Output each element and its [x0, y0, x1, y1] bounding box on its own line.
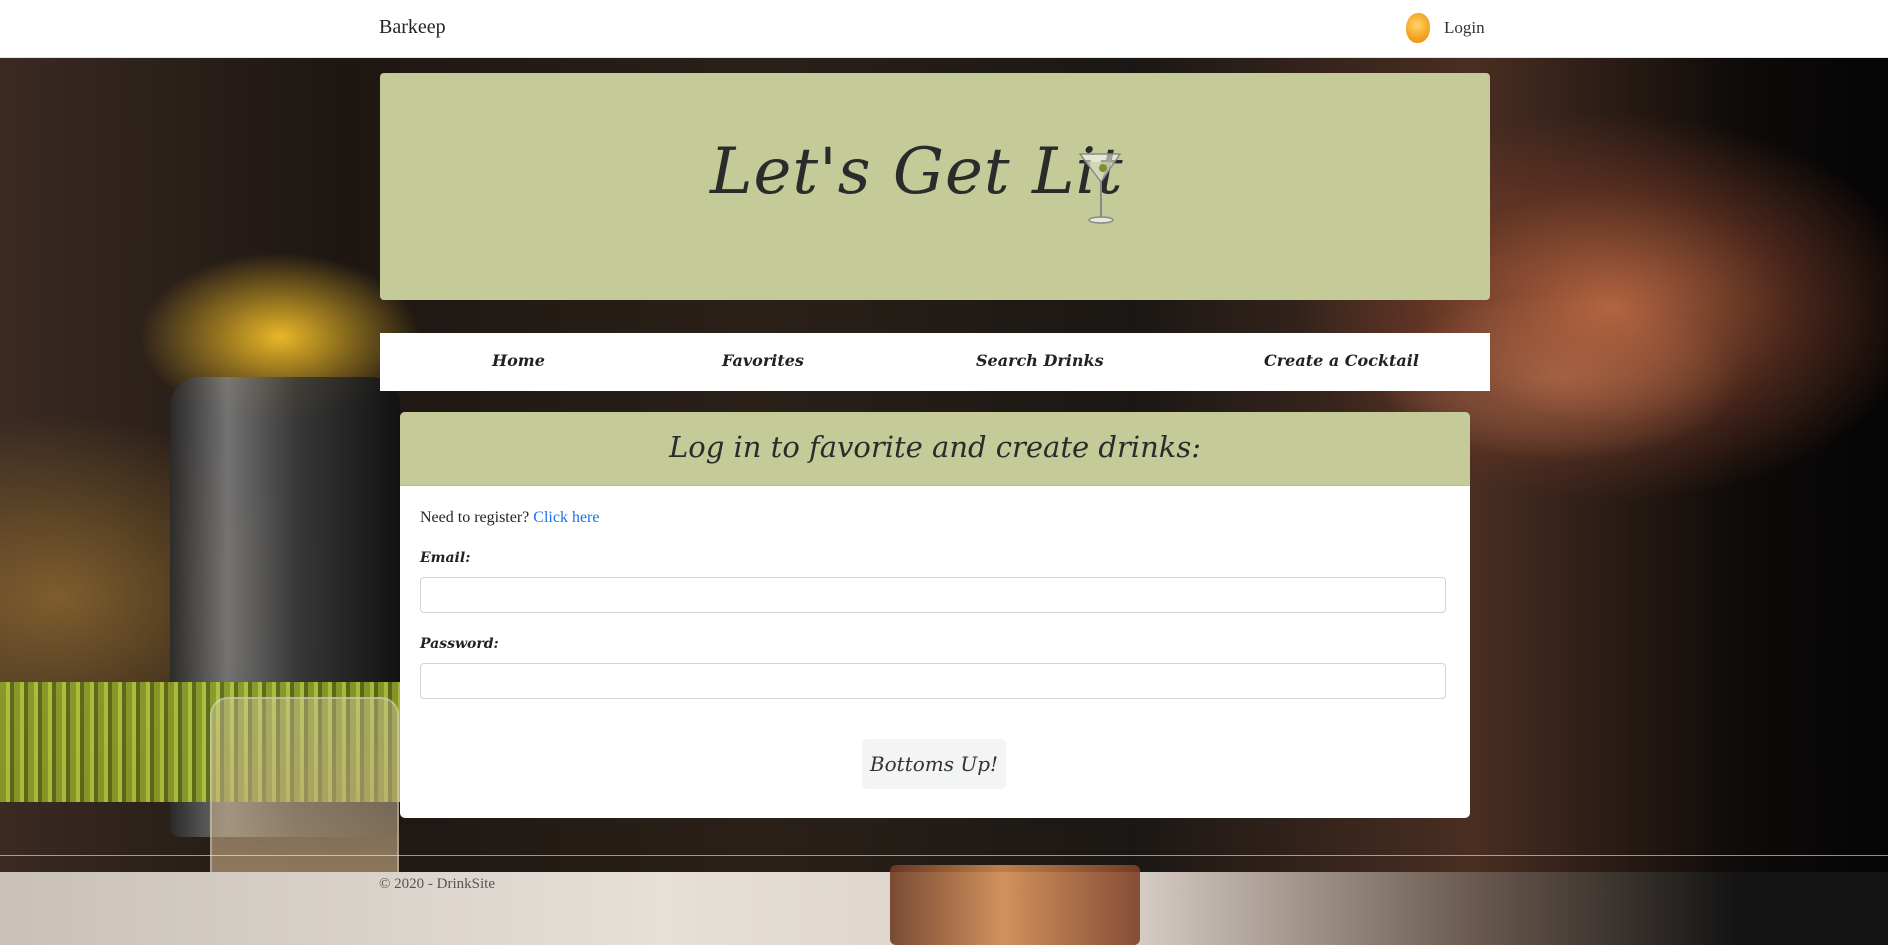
- hero-banner: Let's Get Lit: [380, 73, 1490, 300]
- top-navbar: Barkeep Login: [0, 0, 1888, 58]
- login-card-header: Log in to favorite and create drinks:: [400, 412, 1470, 486]
- martini-icon: [1078, 153, 1122, 224]
- register-prompt-text: Need to register?: [420, 509, 530, 526]
- hero-title: Let's Get Lit: [710, 135, 1124, 209]
- footer-divider: [0, 855, 1888, 856]
- login-card-title: Log in to favorite and create drinks:: [669, 430, 1201, 464]
- email-label: Email:: [420, 550, 471, 566]
- nav-create-cocktail[interactable]: Create a Cocktail: [1264, 351, 1419, 370]
- brand-link[interactable]: Barkeep: [379, 16, 446, 39]
- footer-text: © 2020 - DrinkSite: [379, 876, 495, 892]
- login-card: Log in to favorite and create drinks: Ne…: [400, 412, 1470, 818]
- login-link[interactable]: Login: [1444, 18, 1485, 38]
- nav-search-drinks[interactable]: Search Drinks: [976, 351, 1104, 370]
- register-link[interactable]: Click here: [533, 509, 599, 526]
- register-prompt: Need to register? Click here: [420, 509, 599, 527]
- background-drink: [890, 865, 1140, 945]
- nav-favorites[interactable]: Favorites: [722, 351, 804, 370]
- login-area[interactable]: Login: [1406, 13, 1485, 43]
- avatar-icon[interactable]: [1406, 13, 1430, 43]
- password-field[interactable]: [420, 663, 1446, 699]
- main-nav: Home Favorites Search Drinks Create a Co…: [380, 333, 1490, 391]
- password-label: Password:: [420, 636, 499, 652]
- submit-button[interactable]: Bottoms Up!: [862, 739, 1006, 789]
- email-field[interactable]: [420, 577, 1446, 613]
- nav-home[interactable]: Home: [492, 351, 545, 370]
